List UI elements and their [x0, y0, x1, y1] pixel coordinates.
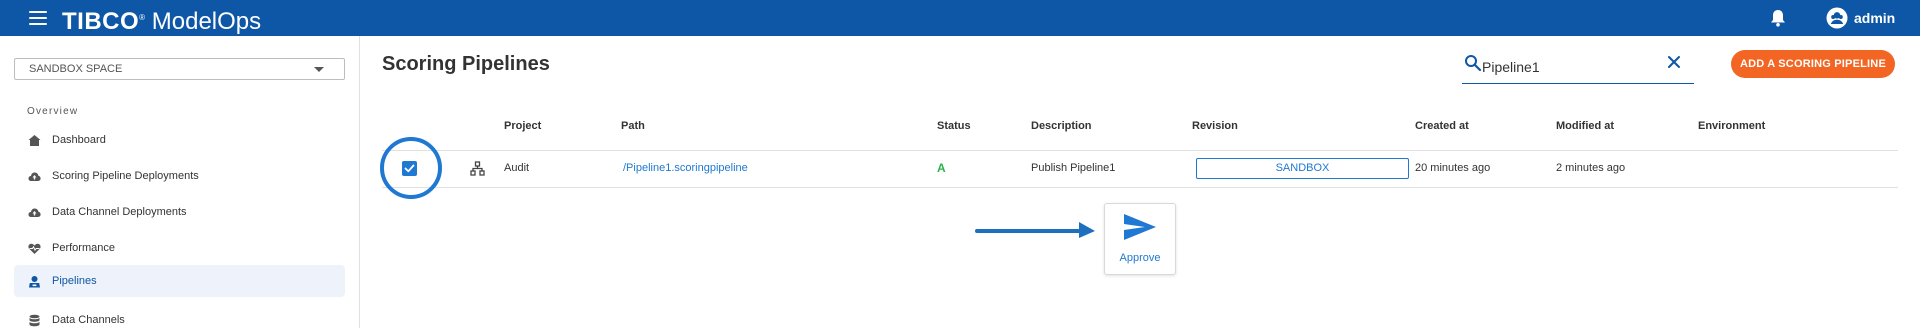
search-bar [1462, 50, 1694, 84]
column-header-modified-at[interactable]: Modified at [1556, 120, 1614, 132]
notifications-bell-icon[interactable] [1768, 8, 1788, 28]
cell-created-at: 20 minutes ago [1415, 162, 1491, 174]
brand-name: TIBC [62, 8, 120, 35]
sidebar-item-dashboard[interactable]: Dashboard [14, 124, 345, 156]
column-header-status[interactable]: Status [937, 120, 971, 132]
sidebar-item-scoring-pipeline-deployments[interactable]: Scoring Pipeline Deployments [14, 160, 345, 192]
database-icon [29, 314, 40, 326]
sidebar-item-label: Pipelines [52, 275, 97, 287]
space-select[interactable]: SANDBOX SPACE [14, 58, 345, 80]
send-icon [1124, 214, 1156, 240]
chevron-down-icon [314, 67, 324, 72]
search-icon [1465, 55, 1482, 72]
cloud-upload-icon [28, 208, 41, 217]
column-header-environment[interactable]: Environment [1698, 120, 1765, 132]
approve-label: Approve [1119, 252, 1161, 264]
sidebar-item-label: Data Channel Deployments [52, 206, 187, 218]
user-avatar-icon [1826, 7, 1848, 29]
sidebar-item-label: Scoring Pipeline Deployments [52, 170, 199, 182]
column-header-description[interactable]: Description [1031, 120, 1092, 132]
pipeline-type-icon [470, 161, 485, 176]
row-select-checkbox[interactable] [402, 161, 417, 176]
user-name: admin [1854, 10, 1896, 26]
user-menu[interactable]: admin [1826, 7, 1895, 29]
column-header-path[interactable]: Path [621, 120, 645, 132]
sidebar-item-label: Performance [52, 242, 115, 254]
sidebar: SANDBOX SPACE Overview Dashboard Scoring… [0, 36, 360, 328]
home-icon [28, 134, 41, 146]
heart-pulse-icon [28, 243, 41, 254]
space-select-value: SANDBOX SPACE [29, 63, 123, 75]
sidebar-item-data-channels[interactable]: Data Channels [14, 304, 345, 328]
close-icon[interactable] [1666, 54, 1682, 70]
column-header-created-at[interactable]: Created at [1415, 120, 1469, 132]
menu-icon[interactable] [29, 11, 47, 25]
approve-button[interactable]: Approve [1104, 203, 1176, 275]
column-header-project[interactable]: Project [504, 120, 541, 132]
sidebar-item-data-channel-deployments[interactable]: Data Channel Deployments [14, 196, 345, 228]
sidebar-item-label: Data Channels [52, 314, 125, 326]
sidebar-item-label: Dashboard [52, 134, 106, 146]
sidebar-item-pipelines[interactable]: Pipelines [14, 265, 345, 297]
cell-description: Publish Pipeline1 [1031, 162, 1116, 174]
sidebar-section-title: Overview [27, 106, 79, 117]
annotation-arrow [975, 222, 1095, 238]
revision-badge: SANDBOX [1196, 158, 1409, 179]
cloud-upload-icon [28, 172, 41, 181]
add-scoring-pipeline-button[interactable]: ADD A SCORING PIPELINE [1731, 50, 1895, 78]
checkmark-icon [404, 164, 415, 173]
app-logo: TIBCO® ModelOps [62, 8, 262, 35]
status-badge: A [937, 161, 946, 175]
table-divider [382, 187, 1898, 188]
page-title: Scoring Pipelines [382, 53, 550, 75]
search-input[interactable] [1482, 56, 1662, 78]
brand-mark: O [120, 8, 140, 35]
cell-modified-at: 2 minutes ago [1556, 162, 1626, 174]
pipeline-icon [29, 275, 40, 287]
top-bar: TIBCO® ModelOps admin [0, 0, 1920, 36]
cell-path-link[interactable]: /Pipeline1.scoringpipeline [623, 162, 748, 174]
cell-project: Audit [504, 162, 530, 174]
column-header-revision[interactable]: Revision [1192, 120, 1238, 132]
table-divider [382, 150, 1898, 151]
product-name: ModelOps [151, 8, 262, 35]
sidebar-item-performance[interactable]: Performance [14, 232, 345, 264]
